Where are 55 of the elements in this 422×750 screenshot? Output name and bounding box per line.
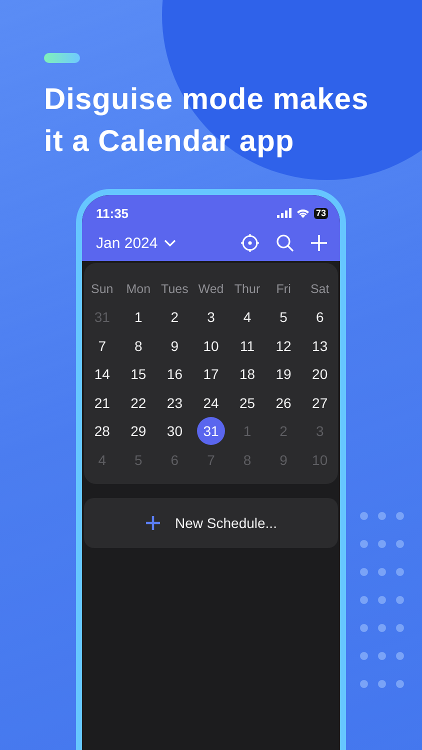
- calendar-day[interactable]: 29: [124, 417, 152, 446]
- calendar-day[interactable]: 10: [196, 332, 225, 360]
- weekday-label: Thur: [233, 281, 262, 298]
- battery-level: 73: [314, 208, 328, 218]
- calendar-day[interactable]: 8: [124, 332, 152, 360]
- calendar-day[interactable]: 6: [306, 303, 334, 332]
- calendar-day[interactable]: 1: [124, 303, 152, 332]
- search-icon: [276, 234, 294, 252]
- calendar-day[interactable]: 17: [196, 360, 225, 388]
- calendar-day[interactable]: 25: [233, 388, 262, 417]
- plus-icon: [145, 515, 162, 531]
- calendar-day[interactable]: 24: [196, 388, 225, 417]
- calendar-day[interactable]: 12: [270, 332, 298, 360]
- weekday-label: Fri: [275, 281, 292, 298]
- weekday-label: Sun: [90, 281, 114, 298]
- calendar-day[interactable]: 30: [160, 417, 189, 446]
- locate-button[interactable]: [240, 233, 260, 253]
- calendar-day[interactable]: 20: [306, 360, 334, 388]
- weekday-label: Tues: [160, 281, 190, 298]
- month-selector[interactable]: Jan 2024: [96, 234, 176, 252]
- calendar-day[interactable]: 14: [88, 360, 116, 388]
- crosshair-icon: [240, 233, 260, 253]
- status-time: 11:35: [96, 206, 129, 220]
- calendar-day[interactable]: 19: [270, 360, 298, 388]
- calendar-day[interactable]: 28: [88, 417, 116, 446]
- calendar-day[interactable]: 31: [196, 417, 225, 446]
- chevron-down-icon: [164, 239, 176, 247]
- calendar-day[interactable]: 11: [233, 332, 262, 360]
- calendar-day[interactable]: 18: [233, 360, 262, 388]
- calendar-day[interactable]: 7: [88, 332, 116, 360]
- plus-icon: [310, 234, 328, 252]
- signal-icon: [276, 208, 292, 218]
- search-button[interactable]: [276, 234, 294, 252]
- calendar-day[interactable]: 3: [196, 303, 225, 332]
- calendar-day[interactable]: 21: [88, 388, 116, 417]
- calendar-day[interactable]: 22: [124, 388, 152, 417]
- wifi-icon: [296, 208, 310, 218]
- calendar-day[interactable]: 2: [160, 303, 189, 332]
- weekday-label: Mon: [125, 281, 152, 298]
- calendar-day[interactable]: 16: [160, 360, 189, 388]
- calendar-day[interactable]: 9: [160, 332, 189, 360]
- add-button[interactable]: [310, 234, 328, 252]
- calendar-day[interactable]: 26: [270, 388, 298, 417]
- calendar-day[interactable]: 5: [270, 303, 298, 332]
- weekday-label: Sat: [309, 281, 330, 298]
- weekday-label: Wed: [197, 281, 225, 298]
- calendar-day[interactable]: 23: [160, 388, 189, 417]
- new-schedule-button[interactable]: New Schedule...: [84, 498, 338, 548]
- calendar-day[interactable]: 15: [124, 360, 152, 388]
- accent-pill: [44, 53, 80, 63]
- calendar-day[interactable]: 4: [233, 303, 262, 332]
- calendar-day[interactable]: 27: [306, 388, 334, 417]
- headline: it a Calendar app: [44, 124, 296, 160]
- calendar-day[interactable]: 13: [306, 332, 334, 360]
- headline: Disguise mode makes: [44, 82, 370, 118]
